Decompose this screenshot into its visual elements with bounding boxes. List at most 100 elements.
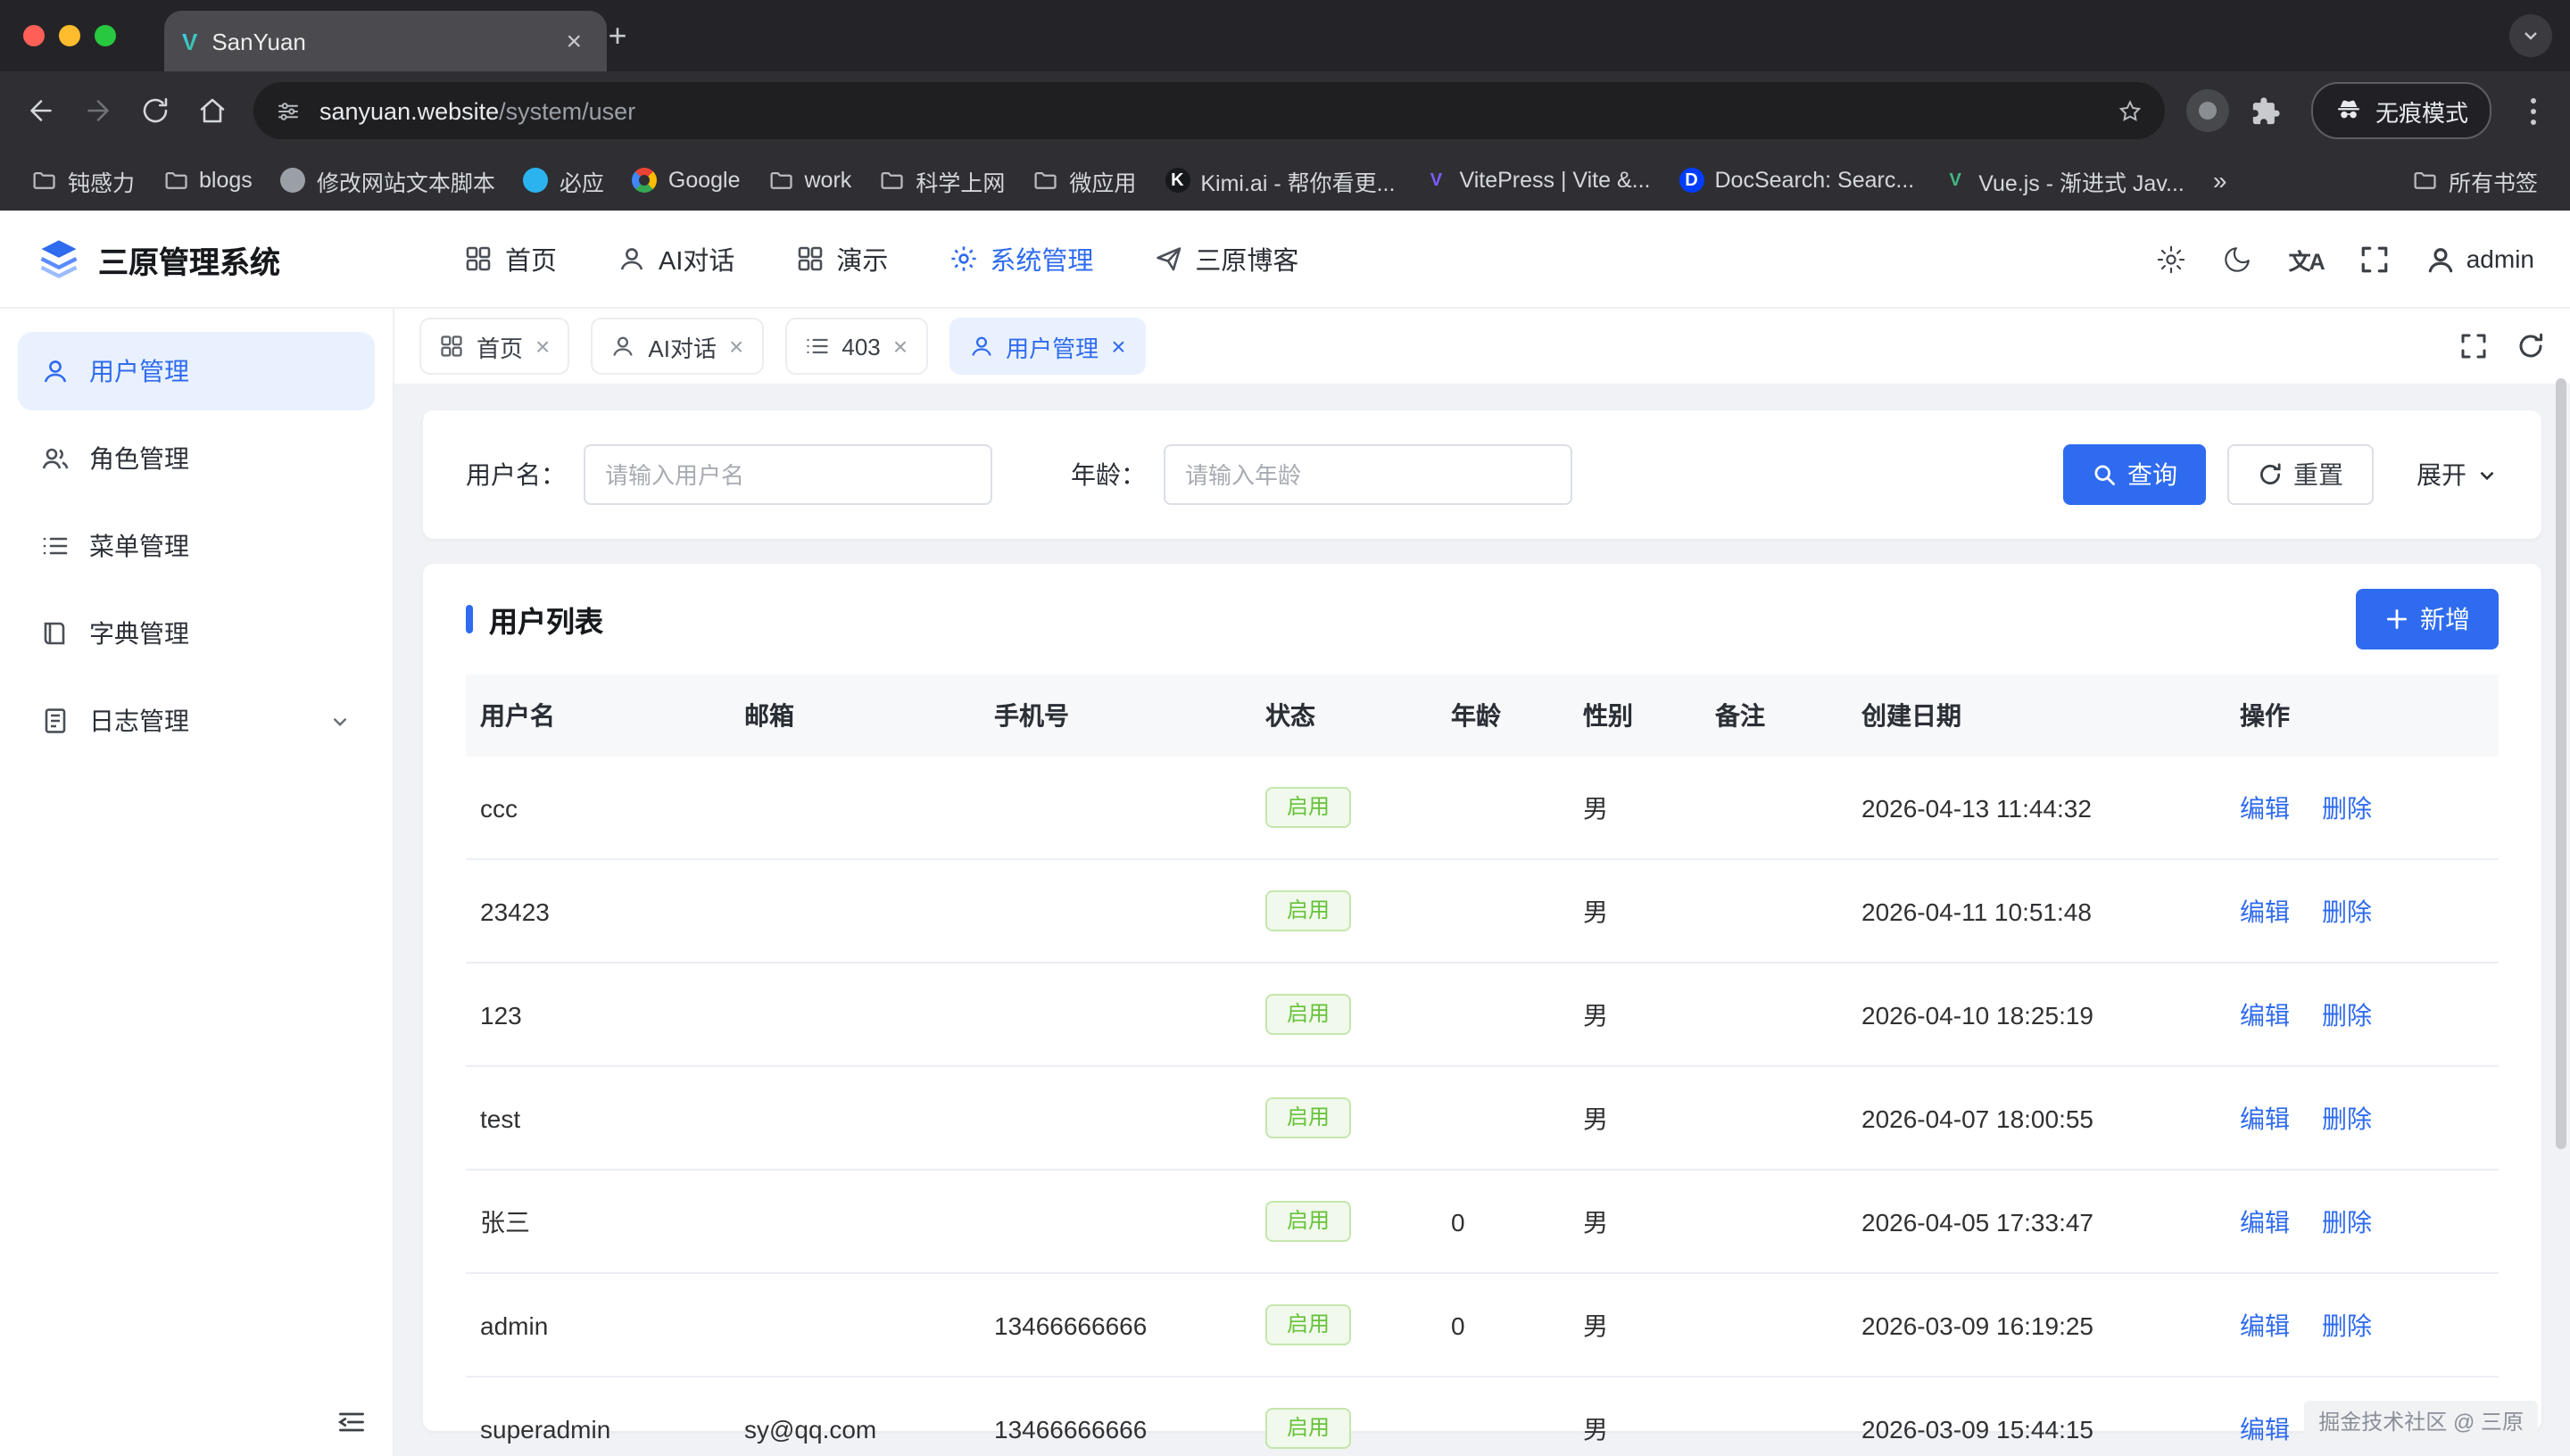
bookmark-item[interactable]: KKimi.ai - 帮你看更...	[1150, 157, 1409, 203]
minimize-window-button[interactable]	[59, 25, 80, 46]
delete-link[interactable]: 删除	[2322, 793, 2372, 822]
new-tab-button[interactable]: +	[596, 14, 639, 57]
delete-link[interactable]: 删除	[2322, 1000, 2372, 1029]
nav-item-演示[interactable]: 演示	[795, 240, 888, 277]
nav-item-AI对话[interactable]: AI对话	[618, 240, 734, 277]
bookmark-item[interactable]: VVitePress | Vite &...	[1409, 157, 1664, 203]
edit-link[interactable]: 编辑	[2240, 1000, 2290, 1029]
delete-link[interactable]: 删除	[2322, 897, 2372, 925]
cell-phone	[980, 963, 1251, 1066]
sidebar-item-用户管理[interactable]: 用户管理	[18, 332, 375, 410]
delete-link[interactable]: 删除	[2322, 1104, 2372, 1132]
nav-item-系统管理[interactable]: 系统管理	[949, 240, 1093, 277]
bookmark-item[interactable]: 修改网站文本脚本	[267, 157, 510, 203]
extension-badge-icon[interactable]	[2186, 89, 2229, 132]
nav-item-首页[interactable]: 首页	[464, 240, 557, 277]
search-button[interactable]: 查询	[2063, 444, 2206, 505]
expand-filters-toggle[interactable]: 展开	[2417, 457, 2499, 492]
status-badge: 启用	[1265, 889, 1351, 931]
page-tab-403[interactable]: 403×	[784, 318, 927, 375]
bookmark-item[interactable]: 科学上网	[866, 157, 1019, 203]
reset-refresh-icon	[2258, 462, 2283, 487]
tab-search-button[interactable]	[2509, 14, 2552, 57]
cell-operations: 编辑 删除	[2226, 1066, 2499, 1170]
cell-username: superadmin	[466, 1377, 730, 1456]
tab-close-icon[interactable]: ×	[893, 334, 908, 359]
nav-item-label: 演示	[836, 240, 888, 277]
nav-item-label: 首页	[505, 240, 557, 277]
reset-button[interactable]: 重置	[2227, 444, 2374, 505]
close-window-button[interactable]	[23, 25, 45, 46]
translate-icon[interactable]: 文A	[2289, 242, 2324, 276]
bookmark-item[interactable]: 必应	[510, 157, 618, 203]
bookmarks-list: 钝感力blogs 修改网站文本脚本必应Googlework 科学上网微应用KKimi…	[18, 157, 2199, 203]
bookmark-star-icon[interactable]	[2117, 97, 2143, 124]
bookmark-item[interactable]: DDocSearch: Searc...	[1665, 157, 1929, 203]
page-scrollbar-thumb[interactable]	[2556, 378, 2566, 1149]
edit-link[interactable]: 编辑	[2240, 1311, 2290, 1339]
page-tab-AI对话[interactable]: AI对话×	[591, 318, 763, 375]
cell-created: 2026-04-05 17:33:47	[1847, 1170, 2226, 1273]
content-fullscreen-icon[interactable]	[2459, 332, 2488, 360]
edit-link[interactable]: 编辑	[2240, 1104, 2290, 1132]
nav-item-三原博客[interactable]: 三原博客	[1154, 240, 1298, 277]
bookmark-label: 修改网站文本脚本	[317, 163, 495, 197]
address-bar[interactable]: sanyuan.website/system/user	[253, 82, 2165, 139]
dark-mode-moon-icon[interactable]	[2223, 244, 2253, 274]
back-button[interactable]	[14, 84, 68, 137]
bookmark-item[interactable]: work	[755, 157, 866, 203]
bookmark-item[interactable]: 微应用	[1019, 157, 1150, 203]
age-filter-input[interactable]	[1164, 444, 1572, 505]
delete-link[interactable]: 删除	[2322, 1207, 2372, 1236]
chevDown-icon	[328, 709, 352, 732]
user-icon	[610, 334, 635, 359]
reload-button[interactable]	[128, 84, 182, 137]
cell-status: 启用	[1251, 1066, 1437, 1170]
fullscreen-icon[interactable]	[2359, 244, 2390, 274]
bookmark-item[interactable]: Google	[618, 157, 755, 203]
cell-age	[1437, 859, 1569, 963]
delete-link[interactable]: 删除	[2322, 1311, 2372, 1339]
edit-link[interactable]: 编辑	[2240, 1414, 2290, 1443]
add-user-button[interactable]: 新增	[2356, 589, 2499, 649]
username-filter-input[interactable]	[584, 444, 992, 505]
browser-tab-title: SanYuan	[211, 28, 544, 54]
edit-link[interactable]: 编辑	[2240, 897, 2290, 925]
forward-button[interactable]	[71, 84, 125, 137]
sidebar-item-角色管理[interactable]: 角色管理	[18, 419, 375, 498]
settings-gear-icon[interactable]	[2157, 244, 2187, 274]
extensions-puzzle-icon[interactable]	[2240, 84, 2293, 137]
browser-menu-button[interactable]	[2509, 87, 2556, 134]
page-tab-bar: 首页× AI对话× 403× 用户管理×	[394, 309, 2570, 385]
page-tab-首页[interactable]: 首页×	[419, 318, 569, 375]
home-button[interactable]	[186, 84, 239, 137]
bookmark-label: 科学上网	[916, 163, 1005, 197]
zoom-window-button[interactable]	[95, 25, 116, 46]
tab-close-icon[interactable]: ×	[559, 24, 589, 58]
cell-created: 2026-04-10 18:25:19	[1847, 963, 2226, 1066]
edit-link[interactable]: 编辑	[2240, 1207, 2290, 1236]
sidebar-item-菜单管理[interactable]: 菜单管理	[18, 507, 375, 585]
sidebar-item-日志管理[interactable]: 日志管理	[18, 682, 375, 760]
sidebar-item-字典管理[interactable]: 字典管理	[18, 594, 375, 673]
site-settings-icon[interactable]	[275, 97, 302, 124]
bookmark-item[interactable]: 钝感力	[18, 157, 149, 203]
grid-icon	[439, 334, 464, 359]
refresh-page-icon[interactable]	[2516, 332, 2545, 360]
browser-tab[interactable]: V SanYuan ×	[164, 11, 607, 71]
edit-link[interactable]: 编辑	[2240, 793, 2290, 822]
all-bookmarks-button[interactable]: 所有书签	[2399, 163, 2552, 197]
tab-close-icon[interactable]: ×	[1111, 334, 1125, 359]
bookmark-item[interactable]: blogs	[149, 157, 267, 203]
status-badge: 启用	[1265, 1096, 1351, 1138]
tab-close-icon[interactable]: ×	[535, 334, 550, 359]
bookmarks-overflow-chevron[interactable]: »	[2199, 166, 2242, 194]
user-menu[interactable]: admin	[2425, 244, 2534, 274]
tab-close-icon[interactable]: ×	[729, 334, 743, 359]
cell-username: 23423	[466, 859, 730, 963]
bookmark-item[interactable]: VVue.js - 渐进式 Jav...	[1928, 157, 2199, 203]
page-tab-用户管理[interactable]: 用户管理×	[949, 318, 1145, 375]
sidebar-collapse-icon[interactable]	[336, 1406, 368, 1438]
incognito-mode-chip[interactable]: 无痕模式	[2311, 82, 2491, 139]
app-brand[interactable]: 三原管理系统	[36, 236, 414, 282]
